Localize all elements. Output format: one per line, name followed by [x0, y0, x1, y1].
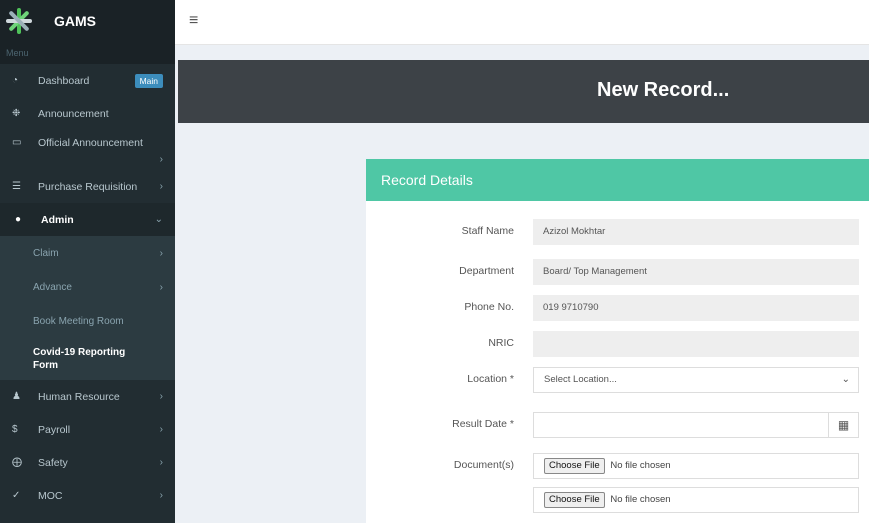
- sidebar-item-purchase-requisition[interactable]: ☰ Purchase Requisition ›: [0, 170, 175, 203]
- page-header: New Record...: [178, 60, 869, 123]
- sidebar-item-payroll[interactable]: $ Payroll ›: [0, 413, 175, 446]
- page-title: New Record...: [597, 79, 730, 101]
- sidebar-subitem-label: Claim: [33, 247, 59, 259]
- sidebar-item-dashboard[interactable]: ◔ Dashboard Main: [0, 64, 175, 97]
- documents-row-2: Choose File No file chosen: [366, 487, 869, 513]
- staff-name-field: Azizol Mokhtar: [533, 219, 859, 245]
- department-label: Department: [459, 265, 514, 277]
- gams-logo-icon: [4, 6, 34, 36]
- nric-field[interactable]: [533, 331, 859, 357]
- file-status-2: No file chosen: [610, 494, 671, 505]
- cart-icon: ☰: [12, 181, 21, 192]
- document-file-input-1: Choose File No file chosen: [533, 453, 859, 479]
- nric-row: NRIC: [366, 331, 869, 357]
- user-icon: ♟: [12, 391, 21, 402]
- sidebar-subitem-label: Book Meeting Room: [33, 315, 124, 327]
- location-select-value: Select Location...: [544, 374, 617, 385]
- sidebar-item-admin[interactable]: ● Admin ⌄: [0, 203, 175, 236]
- lifebuoy-icon: ⨁: [12, 457, 22, 468]
- sidebar-subitem-covid-form[interactable]: Covid-19 Reporting Form: [0, 338, 175, 380]
- chevron-right-icon: ›: [159, 391, 163, 402]
- users-icon: ●: [15, 214, 22, 225]
- check-icon: ✓: [12, 490, 21, 501]
- result-date-input[interactable]: ▦: [533, 412, 859, 438]
- result-date-label: Result Date *: [452, 418, 514, 430]
- choose-file-button-1[interactable]: Choose File: [544, 458, 605, 474]
- sidebar-item-label: Admin: [41, 213, 74, 226]
- sidebar-subitem-label: Advance: [33, 281, 72, 293]
- chevron-down-icon: ⌄: [154, 214, 163, 225]
- sidebar-subitem-claim[interactable]: Claim ›: [0, 236, 175, 270]
- dashboard-icon: ◔: [12, 75, 19, 86]
- result-date-row: Result Date * ▦: [366, 412, 869, 438]
- file-status-1: No file chosen: [610, 460, 671, 471]
- bullhorn-icon: ❉: [12, 108, 21, 119]
- sidebar-item-human-resource[interactable]: ♟ Human Resource ›: [0, 380, 175, 413]
- record-details-card: Record Details Staff Name Azizol Mokhtar…: [366, 159, 869, 523]
- sidebar-subitem-label: Covid-19 Reporting Form: [33, 347, 126, 371]
- department-field: Board/ Top Management: [533, 259, 859, 285]
- card-header: Record Details: [366, 159, 869, 201]
- main-badge: Main: [134, 73, 163, 88]
- documents-label: Document(s): [453, 459, 514, 471]
- sidebar-item-label: Payroll: [38, 423, 71, 436]
- sidebar-item-announcement[interactable]: ❉ Announcement: [0, 97, 175, 130]
- phone-field: 019 9710790: [533, 295, 859, 321]
- sidebar-item-label: MOC: [38, 489, 63, 502]
- laptop-icon: ▭: [12, 137, 22, 148]
- dollar-icon: $: [12, 424, 18, 435]
- chevron-right-icon: ›: [159, 424, 163, 435]
- staff-name-label: Staff Name: [461, 225, 514, 237]
- sidebar-item-label: Human Resource: [38, 390, 120, 403]
- menu-header: Menu: [0, 42, 175, 64]
- staff-name-row: Staff Name Azizol Mokhtar: [366, 219, 869, 245]
- chevron-right-icon: ›: [159, 457, 163, 468]
- choose-file-button-2[interactable]: Choose File: [544, 492, 605, 508]
- brand-title: GAMS: [54, 12, 96, 29]
- sidebar: GAMS Menu ◔ Dashboard Main ❉ Announcemen…: [0, 0, 175, 523]
- documents-row: Document(s) Choose File No file chosen: [366, 453, 869, 479]
- nric-label: NRIC: [488, 337, 514, 349]
- sidebar-item-moc[interactable]: ✓ MOC ›: [0, 479, 175, 512]
- sidebar-subitem-advance[interactable]: Advance ›: [0, 270, 175, 304]
- document-file-input-2: Choose File No file chosen: [533, 487, 859, 513]
- sidebar-item-safety[interactable]: ⨁ Safety ›: [0, 446, 175, 479]
- chevron-right-icon: ›: [159, 281, 163, 293]
- phone-label: Phone No.: [464, 301, 514, 313]
- location-select[interactable]: Select Location... ⌄: [533, 367, 859, 393]
- sidebar-item-label: Announcement: [38, 107, 109, 120]
- topbar: ≡: [175, 0, 869, 45]
- chevron-right-icon: ›: [159, 154, 163, 165]
- chevron-right-icon: ›: [159, 247, 163, 259]
- location-label: Location *: [467, 373, 514, 385]
- sidebar-item-label: Purchase Requisition: [38, 180, 138, 193]
- sidebar-item-label: Safety: [38, 456, 68, 469]
- calendar-icon[interactable]: ▦: [828, 413, 858, 437]
- department-row: Department Board/ Top Management: [366, 259, 869, 285]
- location-row: Location * Select Location... ⌄: [366, 367, 869, 393]
- sidebar-item-label: Official Announcement: [38, 137, 143, 149]
- chevron-down-icon: ⌄: [841, 374, 850, 385]
- chevron-right-icon: ›: [159, 181, 163, 192]
- sidebar-item-label: Dashboard: [38, 74, 90, 87]
- hamburger-menu-icon[interactable]: ≡: [189, 12, 198, 30]
- brand[interactable]: GAMS: [0, 0, 175, 42]
- phone-row: Phone No. 019 9710790: [366, 295, 869, 321]
- sidebar-subitem-book-meeting-room[interactable]: Book Meeting Room: [0, 304, 175, 338]
- chevron-right-icon: ›: [159, 490, 163, 501]
